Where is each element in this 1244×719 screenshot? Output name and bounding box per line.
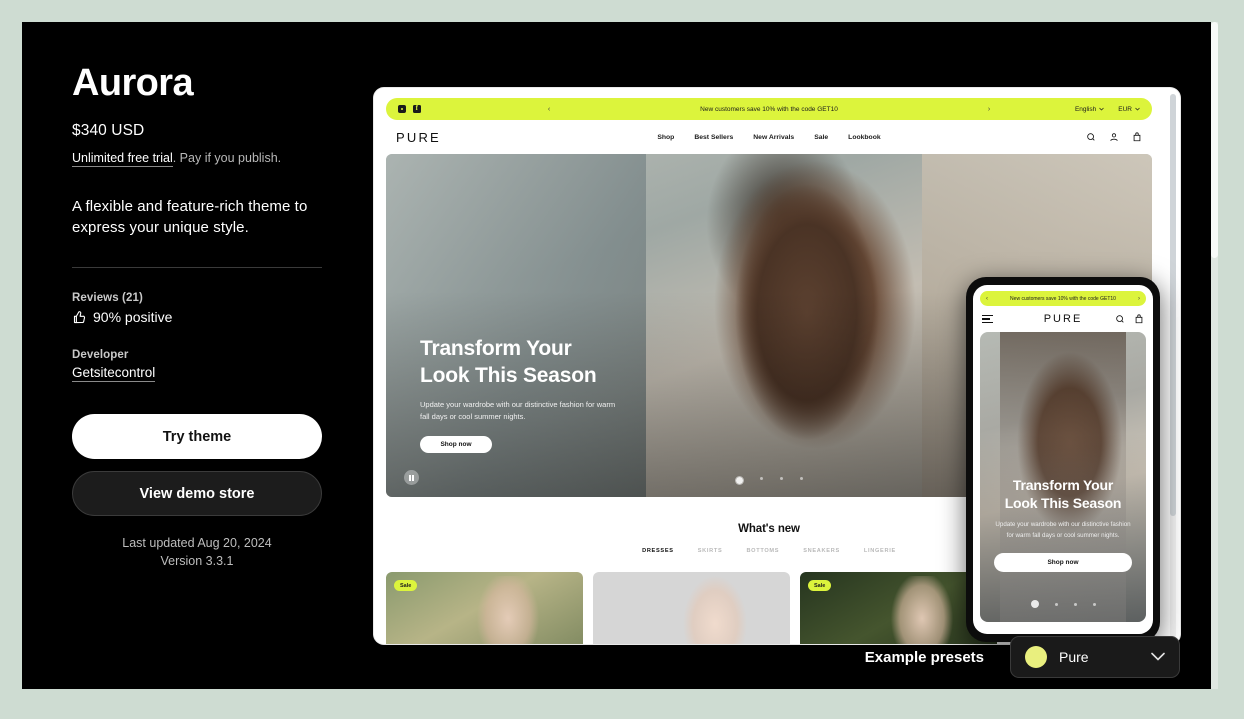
- mobile-hero-heading-line-1: Transform Your: [1012, 476, 1114, 493]
- sale-badge: Sale: [808, 580, 832, 591]
- mobile-hero-paragraph: Update your wardrobe with our distinctiv…: [995, 521, 1131, 540]
- announcement-carousel: ‹ New customers save 10% with the code G…: [386, 106, 1152, 113]
- theme-tagline: A flexible and feature-rich theme to exp…: [72, 197, 308, 237]
- hero-shop-now-button[interactable]: Shop now: [420, 436, 492, 453]
- page-title: Aurora: [72, 62, 194, 104]
- rating-row: 90% positive: [72, 309, 332, 325]
- mobile-carousel-dot-4[interactable]: [1092, 602, 1096, 606]
- desktop-preview-scrollbar[interactable]: [1170, 94, 1176, 638]
- nav-link-best-sellers[interactable]: Best Sellers: [694, 134, 733, 141]
- product-image: [878, 576, 966, 644]
- last-updated-text: Last updated Aug 20, 2024: [122, 536, 272, 551]
- mobile-carousel-dot-1[interactable]: [1030, 600, 1039, 608]
- nav-link-lookbook[interactable]: Lookbook: [848, 134, 880, 141]
- announcement-prev-icon[interactable]: ‹: [548, 106, 550, 113]
- developer-link[interactable]: Getsitecontrol: [72, 365, 156, 383]
- trial-suffix-text: . Pay if you publish.: [172, 150, 282, 165]
- hamburger-menu-icon[interactable]: [982, 315, 993, 323]
- nav-link-sale[interactable]: Sale: [814, 134, 828, 141]
- update-info: Last updated Aug 20, 2024 Version 3.3.1: [72, 534, 322, 570]
- hero-heading-line-1: Transform Your: [420, 336, 572, 360]
- chevron-down-icon: [1099, 107, 1105, 111]
- theme-price: $340 USD: [72, 121, 145, 139]
- preset-color-swatch: [1025, 646, 1047, 668]
- mobile-carousel-dots: [980, 600, 1146, 608]
- sale-badge: Sale: [394, 580, 418, 591]
- search-icon[interactable]: [1115, 314, 1125, 324]
- language-selector[interactable]: English: [1074, 105, 1105, 113]
- mobile-hero-heading-line-2: Look This Season: [1004, 495, 1122, 512]
- locale-selectors: English EUR: [1075, 106, 1140, 113]
- announcement-text: New customers save 10% with the code GET…: [700, 105, 838, 113]
- rating-value: 90% positive: [93, 309, 173, 326]
- product-card[interactable]: Sale: [386, 572, 583, 644]
- hero-heading-line-2: Look This Season: [420, 363, 597, 387]
- preset-selected-value: Pure: [1059, 649, 1089, 665]
- nav-link-shop[interactable]: Shop: [657, 134, 674, 141]
- mobile-hero-copy: Transform Your Look This Season Update y…: [980, 476, 1146, 572]
- mobile-announcement-bar: ‹ New customers save 10% with the code G…: [980, 291, 1146, 306]
- mobile-hero-shop-now-button[interactable]: Shop now: [994, 553, 1132, 572]
- mobile-preview-device[interactable]: ‹ New customers save 10% with the code G…: [966, 277, 1160, 642]
- reviews-label: Reviews (21): [72, 292, 143, 305]
- version-text: Version 3.3.1: [160, 554, 234, 569]
- mobile-hero-banner: Transform Your Look This Season Update y…: [980, 332, 1146, 622]
- tab-skirts[interactable]: SKIRTS: [698, 548, 723, 554]
- example-presets-row: Example presets Pure: [865, 636, 1180, 678]
- store-nav-links: Shop Best Sellers New Arrivals Sale Look…: [374, 134, 1164, 141]
- carousel-dot-2[interactable]: [759, 477, 763, 480]
- developer-label: Developer: [72, 349, 129, 362]
- unlimited-free-trial-link[interactable]: Unlimited free trial: [72, 150, 173, 167]
- mobile-announcement-text: New customers save 10% with the code GET…: [1010, 295, 1116, 302]
- hero-paragraph: Update your wardrobe with our distinctiv…: [420, 399, 616, 422]
- mobile-announcement-prev-icon[interactable]: ‹: [986, 296, 988, 302]
- announcement-next-icon[interactable]: ›: [988, 106, 990, 113]
- currency-selector[interactable]: EUR: [1118, 106, 1140, 113]
- mobile-announcement-next-icon[interactable]: ›: [1138, 296, 1140, 302]
- product-image: [464, 576, 552, 644]
- tab-dresses[interactable]: DRESSES: [642, 548, 674, 554]
- carousel-dot-4[interactable]: [799, 477, 803, 480]
- theme-info-panel: Aurora $340 USD Unlimited free trial. Pa…: [72, 62, 332, 570]
- carousel-dot-1[interactable]: [735, 477, 743, 484]
- store-header-icons: [1086, 132, 1142, 142]
- page-scrollbar-thumb[interactable]: [1211, 22, 1218, 258]
- mobile-carousel-dot-2[interactable]: [1054, 602, 1058, 606]
- account-icon[interactable]: [1109, 132, 1119, 142]
- currency-value: EUR: [1118, 105, 1132, 113]
- mobile-store-header: PURE: [973, 306, 1153, 332]
- preset-dropdown[interactable]: Pure: [1010, 636, 1180, 678]
- page-background: Aurora $340 USD Unlimited free trial. Pa…: [0, 0, 1244, 719]
- mobile-preview-viewport: ‹ New customers save 10% with the code G…: [973, 285, 1153, 634]
- carousel-dot-3[interactable]: [779, 477, 783, 480]
- tab-lingerie[interactable]: LINGERIE: [864, 548, 896, 554]
- try-theme-button[interactable]: Try theme: [72, 414, 322, 460]
- product-image: [671, 576, 759, 644]
- hero-copy: Transform Your Look This Season Update y…: [420, 336, 750, 453]
- cart-icon[interactable]: [1132, 132, 1142, 142]
- thumbs-up-icon: [72, 310, 87, 325]
- page-scrollbar[interactable]: [1211, 22, 1218, 689]
- info-divider: [72, 267, 322, 269]
- tab-sneakers[interactable]: SNEAKERS: [803, 548, 840, 554]
- view-demo-store-button[interactable]: View demo store: [72, 471, 322, 517]
- mobile-header-icons: [1115, 314, 1144, 324]
- theme-detail-card: Aurora $340 USD Unlimited free trial. Pa…: [22, 22, 1218, 689]
- search-icon[interactable]: [1086, 132, 1096, 142]
- language-value: English: [1074, 105, 1097, 113]
- trial-line: Unlimited free trial. Pay if you publish…: [72, 149, 332, 168]
- store-announcement-bar: ‹ New customers save 10% with the code G…: [386, 98, 1152, 120]
- chevron-down-icon: [1151, 648, 1165, 666]
- example-presets-label: Example presets: [864, 648, 984, 666]
- mobile-carousel-dot-3[interactable]: [1073, 602, 1077, 606]
- product-card[interactable]: [593, 572, 790, 644]
- chevron-down-icon: [1135, 107, 1140, 111]
- nav-link-new-arrivals[interactable]: New Arrivals: [753, 134, 794, 141]
- tab-bottoms[interactable]: BOTTOMS: [746, 548, 779, 554]
- cart-icon[interactable]: [1134, 314, 1144, 324]
- scrollbar-thumb[interactable]: [1170, 94, 1176, 516]
- store-header: PURE Shop Best Sellers New Arrivals Sale…: [374, 120, 1164, 154]
